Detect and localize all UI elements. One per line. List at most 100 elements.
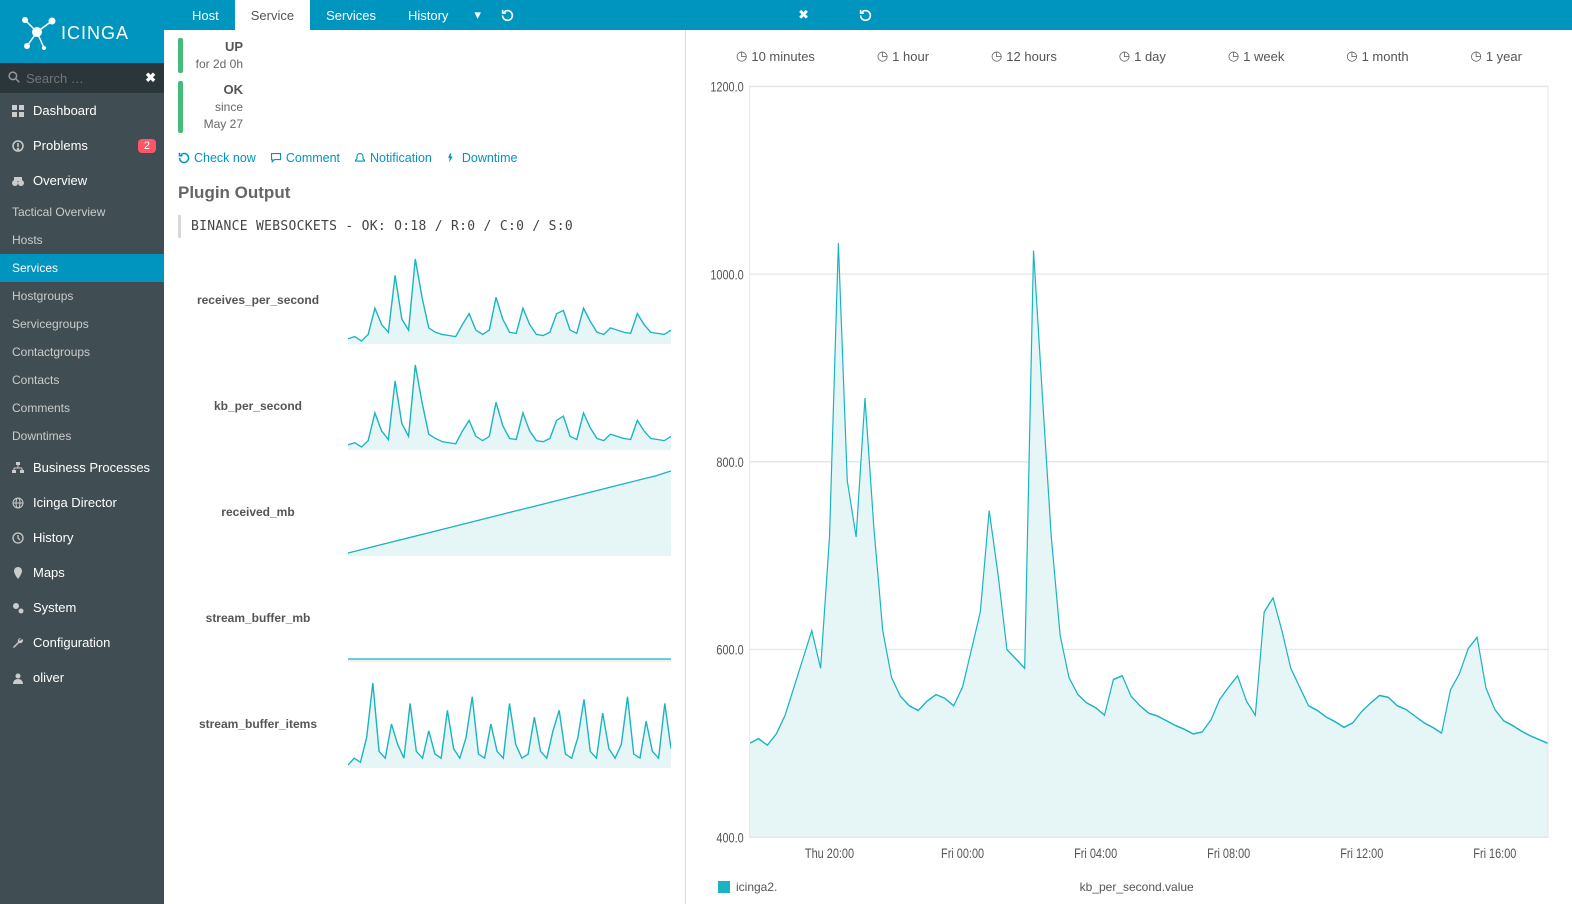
mini-chart[interactable] [348,256,671,344]
svg-text:Fri 04:00: Fri 04:00 [1074,846,1117,862]
sidebar-item-label: Icinga Director [33,495,117,510]
mini-chart[interactable] [348,574,671,662]
refresh-right-icon[interactable] [849,0,882,30]
cmd-notification[interactable]: Notification [354,151,432,165]
chart-pane: ◷10 minutes ◷1 hour ◷12 hours ◷1 day ◷1 … [686,30,1572,904]
wrench-icon [12,637,27,649]
sidebar-sub-hosts[interactable]: Hosts [0,226,164,254]
clock-icon: ◷ [991,48,1002,64]
problems-badge: 2 [138,139,156,153]
sidebar-item-overview[interactable]: Overview [0,163,164,198]
clock-icon: ◷ [1119,48,1130,64]
service-status: OK since May 27 [178,81,671,133]
legend-swatch [718,881,730,893]
sidebar-item-system[interactable]: System [0,590,164,625]
mini-chart-label: kb_per_second [178,399,348,413]
sidebar-item-business[interactable]: Business Processes [0,450,164,485]
range-1week[interactable]: ◷1 week [1228,48,1285,64]
mini-chart-label: stream_buffer_mb [178,611,348,625]
range-1year[interactable]: ◷1 year [1470,48,1521,64]
service-pane: UP for 2d 0h OK since May 27 Check now [164,30,686,904]
sidebar-sub-servicegroups[interactable]: Servicegroups [0,310,164,338]
chevron-down-icon[interactable]: ▾ [464,0,491,30]
range-12hours[interactable]: ◷12 hours [991,48,1057,64]
range-1day[interactable]: ◷1 day [1119,48,1166,64]
sidebar-sub-tactical[interactable]: Tactical Overview [0,198,164,226]
sidebar-item-label: System [33,600,76,615]
mini-chart[interactable] [348,680,671,768]
legend-label: icinga2. [736,880,777,894]
plugin-output-text: BINANCE WEBSOCKETS - OK: O:18 / R:0 / C:… [178,215,671,238]
sidebar-sub-services[interactable]: Services [0,254,164,282]
sidebar-sub-contactgroups[interactable]: Contactgroups [0,338,164,366]
sidebar-item-label: oliver [33,670,64,685]
sidebar-item-label: Problems [33,138,88,153]
sidebar-sub-comments[interactable]: Comments [0,394,164,422]
mini-chart-row: receives_per_second [178,256,671,344]
plugin-output-heading: Plugin Output [178,183,671,203]
close-pane-icon[interactable]: ✖ [788,0,819,30]
range-10min[interactable]: ◷10 minutes [736,48,815,64]
sidebar-sub-hostgroups[interactable]: Hostgroups [0,282,164,310]
chart-legend: icinga2. kb_per_second.value [686,876,1572,894]
tab-services[interactable]: Services [310,0,392,30]
cmd-comment[interactable]: Comment [270,151,340,165]
tab-host[interactable]: Host [176,0,235,30]
svg-text:ICINGA: ICINGA [61,23,129,43]
cmd-downtime[interactable]: Downtime [446,151,518,165]
svg-text:400.0: 400.0 [716,830,743,846]
status-bar-up [178,38,183,73]
marker-icon [12,567,27,579]
sidebar-item-problems[interactable]: Problems 2 [0,128,164,163]
logo: ICINGA [0,0,164,63]
range-1month[interactable]: ◷1 month [1346,48,1408,64]
mini-chart-label: receives_per_second [178,293,348,307]
service-state-since: since May 27 [195,99,243,133]
main-chart[interactable]: 400.0 600.0 800.0 1000.0 1200.0 Thu 20:00 Fri … [686,80,1572,876]
time-ranges: ◷10 minutes ◷1 hour ◷12 hours ◷1 day ◷1 … [686,30,1572,80]
sidebar-item-director[interactable]: Icinga Director [0,485,164,520]
svg-text:600.0: 600.0 [716,642,743,658]
svg-text:Fri 12:00: Fri 12:00 [1340,846,1383,862]
search-bar: ✖ [0,63,164,93]
sidebar-sub-downtimes[interactable]: Downtimes [0,422,164,450]
info-icon [12,140,27,152]
sidebar-item-maps[interactable]: Maps [0,555,164,590]
search-clear-icon[interactable]: ✖ [145,70,156,86]
sidebar-item-history[interactable]: History [0,520,164,555]
service-state: OK [195,81,243,99]
mini-chart[interactable] [348,362,671,450]
refresh-left-icon[interactable] [491,0,524,30]
mini-chart-row: stream_buffer_mb [178,574,671,662]
mini-chart-row: kb_per_second [178,362,671,450]
binoculars-icon [12,175,27,187]
user-icon [12,672,27,684]
svg-text:1200.0: 1200.0 [710,80,743,95]
tabbar: Host Service Services History ▾ ✖ [164,0,1572,30]
svg-text:1000.0: 1000.0 [710,267,743,283]
clock-icon: ◷ [1346,48,1357,64]
sidebar-item-label: Overview [33,173,87,188]
svg-text:Thu 20:00: Thu 20:00 [805,846,854,862]
cmd-check-now[interactable]: Check now [178,151,256,165]
tab-service[interactable]: Service [235,0,310,30]
sidebar-item-configuration[interactable]: Configuration [0,625,164,660]
tab-history[interactable]: History [392,0,464,30]
mini-chart[interactable] [348,468,671,556]
svg-text:Fri 08:00: Fri 08:00 [1207,846,1250,862]
sitemap-icon [12,462,27,474]
svg-text:Fri 00:00: Fri 00:00 [941,846,984,862]
sidebar-sub-contacts[interactable]: Contacts [0,366,164,394]
search-input[interactable] [8,71,145,86]
sidebar-item-user[interactable]: oliver [0,660,164,695]
mini-chart-row: stream_buffer_items [178,680,671,768]
globe-icon [12,497,27,509]
sidebar: ICINGA ✖ Dashboard Problems 2 Overview T… [0,0,164,904]
chart-axis-title: kb_per_second.value [777,880,1496,894]
clock-icon: ◷ [736,48,747,64]
range-1hour[interactable]: ◷1 hour [877,48,929,64]
status-bar-ok [178,81,183,133]
sidebar-item-label: Business Processes [33,460,150,475]
svg-text:800.0: 800.0 [716,455,743,471]
sidebar-item-dashboard[interactable]: Dashboard [0,93,164,128]
